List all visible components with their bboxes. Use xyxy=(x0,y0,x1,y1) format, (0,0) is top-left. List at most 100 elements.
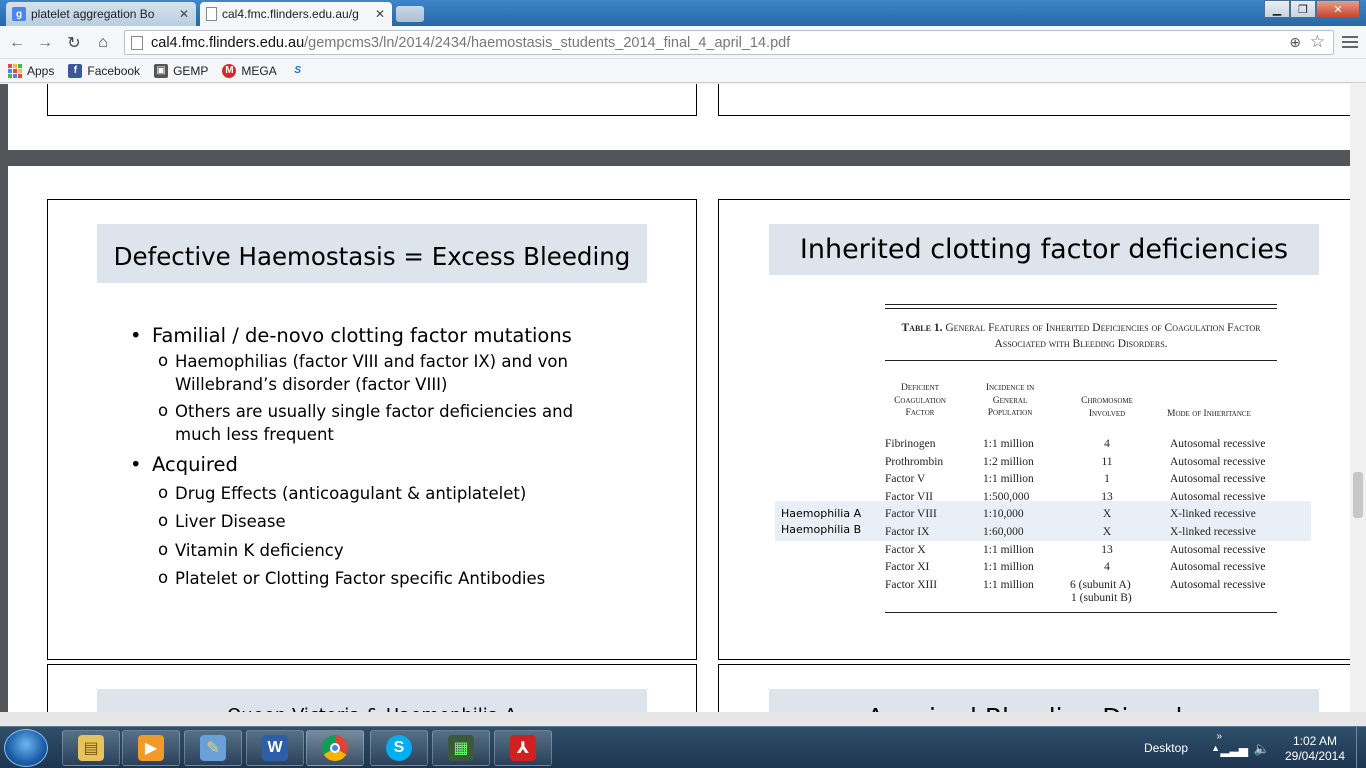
table-cell: X-linked recessive xyxy=(1170,508,1256,521)
table-cell: 1:60,000 xyxy=(983,526,1024,538)
address-bar[interactable]: cal4.fmc.flinders.edu.au/gempcms3/ln/201… xyxy=(124,30,1334,55)
deficiency-table-figure: Table 1. General Features of Inherited D… xyxy=(885,304,1279,614)
slide-defective-haemostasis: Defective Haemostasis = Excess Bleeding … xyxy=(47,199,697,660)
slide-inherited-deficiencies: Inherited clotting factor deficiencies H… xyxy=(718,199,1350,660)
col-header: Mode of Inheritance xyxy=(1167,409,1251,419)
facebook-icon: f xyxy=(68,63,83,78)
table-cell: 13 xyxy=(1101,490,1113,503)
mega-icon: M xyxy=(222,63,237,78)
slide-title: Queen Victoria & Haemophilia A xyxy=(97,689,647,712)
minimize-icon[interactable]: ▁ xyxy=(1264,0,1290,18)
tab-platelet-aggregation[interactable]: g platelet aggregation Bo ✕ xyxy=(6,2,196,26)
table-caption: Table 1. General Features of Inherited D… xyxy=(885,320,1277,352)
pdf-page: Defective Haemostasis = Excess Bleeding … xyxy=(8,166,1350,712)
media-player-icon[interactable]: ▶ xyxy=(122,730,180,766)
table-cell: Prothrombin xyxy=(885,455,944,468)
clock-date: 29/04/2014 xyxy=(1284,749,1346,763)
scroll-thumb[interactable] xyxy=(1353,472,1363,518)
tab-title: cal4.fmc.flinders.edu.au/g xyxy=(222,7,359,21)
page-icon xyxy=(206,7,217,21)
sub-list: Drug Effects (anticoagulant & antiplatel… xyxy=(152,478,602,593)
bookmarks-bar: Apps f Facebook ▣ GEMP M MEGA S xyxy=(0,59,1366,83)
table-cell: Factor XIII xyxy=(885,578,938,591)
windows-taskbar: ▤ ▶ ✎ W S ▦ ⅄ Desktop » ▲ ▂▃▅ 🔈 1:02 AM … xyxy=(0,726,1366,768)
table-cell: Factor VIII xyxy=(885,508,937,521)
table-cell: X xyxy=(1102,526,1112,538)
table-cell: 4 xyxy=(1104,561,1110,574)
table-row: Factor XI 1:1 million 4 Autosomal recessive xyxy=(885,561,1285,578)
tab-title: platelet aggregation Bo xyxy=(31,7,155,21)
bookmark-apps[interactable]: Apps xyxy=(8,63,55,78)
table-cell: 4 xyxy=(1104,438,1110,450)
zoom-icon[interactable]: ⊕ xyxy=(1289,34,1301,51)
table-row: Factor V 1:1 million 1 Autosomal recessive xyxy=(885,473,1285,490)
bookmark-facebook[interactable]: f Facebook xyxy=(68,63,140,78)
menu-icon[interactable] xyxy=(1342,34,1358,50)
new-tab-button[interactable] xyxy=(396,6,424,22)
tray-expand-icon[interactable]: ▲ xyxy=(1211,743,1220,753)
page-icon xyxy=(131,35,143,50)
table-row: Factor VIII 1:10,000 X X-linked recessive xyxy=(885,508,1285,525)
slide-next-left: Queen Victoria & Haemophilia A xyxy=(47,664,697,712)
sub-list: Haemophilias (factor VIII and factor IX)… xyxy=(152,349,602,446)
chrome-icon[interactable] xyxy=(306,730,364,766)
url-path: /gempcms3/ln/2014/2434/haemostasis_stude… xyxy=(304,34,791,51)
browser-toolbar: ← → ↻ ⌂ cal4.fmc.flinders.edu.au/gempcms… xyxy=(0,26,1366,59)
paint-icon[interactable]: ✎ xyxy=(184,730,242,766)
table-cell: 13 xyxy=(1101,543,1113,556)
table-cell: 1 (subunit B) xyxy=(1071,592,1132,604)
chevron-right-icon[interactable]: » xyxy=(1216,731,1222,742)
explorer-icon[interactable]: ▤ xyxy=(62,730,120,766)
bullet-text: Acquired xyxy=(152,453,238,476)
bookmark-mega[interactable]: M MEGA xyxy=(222,63,277,78)
bullet-list: Familial / de-novo clotting factor mutat… xyxy=(128,322,602,593)
table-cell: Autosomal recessive xyxy=(1170,438,1266,450)
reload-icon[interactable]: ↻ xyxy=(63,32,85,54)
home-icon[interactable]: ⌂ xyxy=(92,32,114,54)
forward-arrow-icon[interactable]: → xyxy=(34,32,56,54)
slide-frame xyxy=(718,84,1350,116)
pdf-viewer: Defective Haemostasis = Excess Bleeding … xyxy=(0,84,1350,712)
gemp-icon: ▣ xyxy=(154,63,169,78)
word-icon[interactable]: W xyxy=(246,730,304,766)
horizontal-scrollbar[interactable] xyxy=(0,712,1366,726)
task-manager-icon[interactable]: ▦ xyxy=(432,730,490,766)
table-cell: 1:1 million xyxy=(983,543,1034,556)
bookmark-s[interactable]: S xyxy=(291,64,310,78)
sub-item: Haemophilias (factor VIII and factor IX)… xyxy=(152,349,602,396)
table-cell: X-linked recessive xyxy=(1170,526,1256,538)
table-cell: Factor V xyxy=(885,473,926,486)
tab-close-icon[interactable]: ✕ xyxy=(178,7,190,21)
sub-item: Liver Disease xyxy=(152,507,602,536)
bookmark-label: Apps xyxy=(27,63,55,78)
bookmark-label: GEMP xyxy=(173,63,209,78)
volume-icon[interactable]: 🔈 xyxy=(1254,741,1270,757)
back-arrow-icon[interactable]: ← xyxy=(6,32,28,54)
table-cell: Fibrinogen xyxy=(885,438,936,450)
start-button[interactable] xyxy=(4,729,48,767)
table-cell: Factor VII xyxy=(885,490,934,503)
show-desktop-button[interactable] xyxy=(1356,727,1366,768)
slide-title: Inherited clotting factor deficiencies xyxy=(769,224,1319,275)
tab-close-icon[interactable]: ✕ xyxy=(374,7,386,21)
skype-icon[interactable]: S xyxy=(370,730,428,766)
table-cell: 11 xyxy=(1101,455,1113,468)
system-tray: Desktop » ▲ ▂▃▅ 🔈 1:02 AM 29/04/2014 xyxy=(1106,727,1366,768)
network-signal-icon[interactable]: ▂▃▅ xyxy=(1220,743,1248,757)
table-row: Factor VII 1:500,000 13 Autosomal recessive xyxy=(885,491,1285,508)
slide-title: Defective Haemostasis = Excess Bleeding xyxy=(97,224,647,283)
url-host: cal4.fmc.flinders.edu.au xyxy=(151,34,305,51)
clock[interactable]: 1:02 AM 29/04/2014 xyxy=(1280,734,1350,764)
vertical-scrollbar[interactable] xyxy=(1350,84,1366,712)
s-icon: S xyxy=(294,65,302,76)
table-cell: Factor XI xyxy=(885,561,930,574)
table-cell: Autosomal recessive xyxy=(1170,455,1266,468)
restore-icon[interactable]: ❐ xyxy=(1290,0,1316,18)
bookmark-gemp[interactable]: ▣ GEMP xyxy=(154,63,209,78)
sub-item: Drug Effects (anticoagulant & antiplatel… xyxy=(152,478,602,508)
acrobat-icon[interactable]: ⅄ xyxy=(494,730,552,766)
tab-pdf[interactable]: cal4.fmc.flinders.edu.au/g ✕ xyxy=(200,2,392,26)
close-window-icon[interactable]: ✕ xyxy=(1316,0,1360,18)
desktop-toolbar-label[interactable]: Desktop xyxy=(1144,741,1188,755)
bookmark-star-icon[interactable]: ☆ xyxy=(1310,32,1325,52)
